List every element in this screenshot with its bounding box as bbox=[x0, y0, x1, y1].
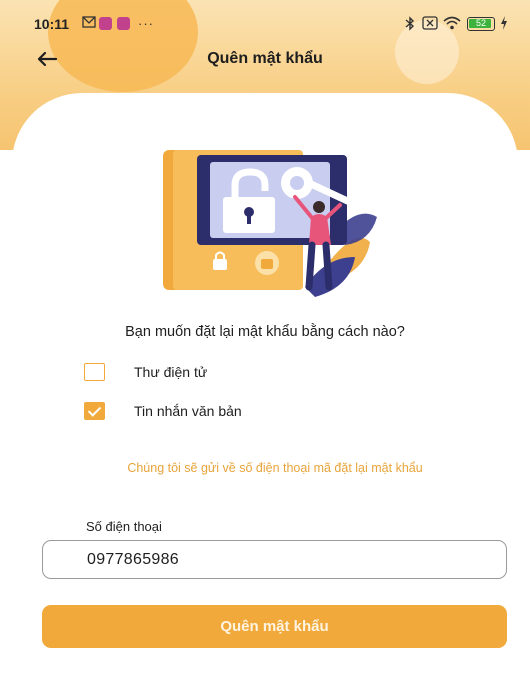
info-message: Chúng tôi sẽ gửi về số điện thoại mã đặt… bbox=[127, 461, 423, 475]
option-label: Tin nhắn văn bản bbox=[134, 403, 242, 419]
app-icon bbox=[99, 17, 112, 30]
reset-method-question: Bạn muốn đặt lại mật khẩu bằng cách nào? bbox=[125, 324, 405, 340]
email-checkbox[interactable] bbox=[84, 363, 105, 381]
no-sim-icon bbox=[422, 16, 438, 32]
phone-field-label: Số điện thoại bbox=[86, 519, 162, 534]
phone-field[interactable] bbox=[42, 540, 507, 579]
page-title: Quên mật khẩu bbox=[207, 50, 323, 67]
screen: 10:11 ··· 52 Quên mật khẩu Bạn muốn đặt … bbox=[0, 0, 530, 686]
status-bar: 10:11 ··· 52 bbox=[0, 0, 530, 50]
battery-icon: 52 bbox=[467, 17, 495, 31]
padlock-key-illustration bbox=[163, 150, 377, 297]
bluetooth-icon bbox=[405, 16, 415, 32]
charging-icon bbox=[500, 16, 508, 32]
forgot-password-button[interactable]: Quên mật khẩu bbox=[42, 605, 507, 648]
wifi-icon bbox=[443, 16, 461, 32]
app-icon bbox=[117, 17, 130, 30]
battery-level: 52 bbox=[475, 18, 486, 28]
more-icon: ··· bbox=[138, 16, 154, 31]
status-time: 10:11 bbox=[34, 16, 70, 32]
option-label: Thư điện tử bbox=[134, 364, 208, 380]
sms-checkbox[interactable] bbox=[84, 402, 105, 420]
mail-icon bbox=[82, 16, 96, 32]
